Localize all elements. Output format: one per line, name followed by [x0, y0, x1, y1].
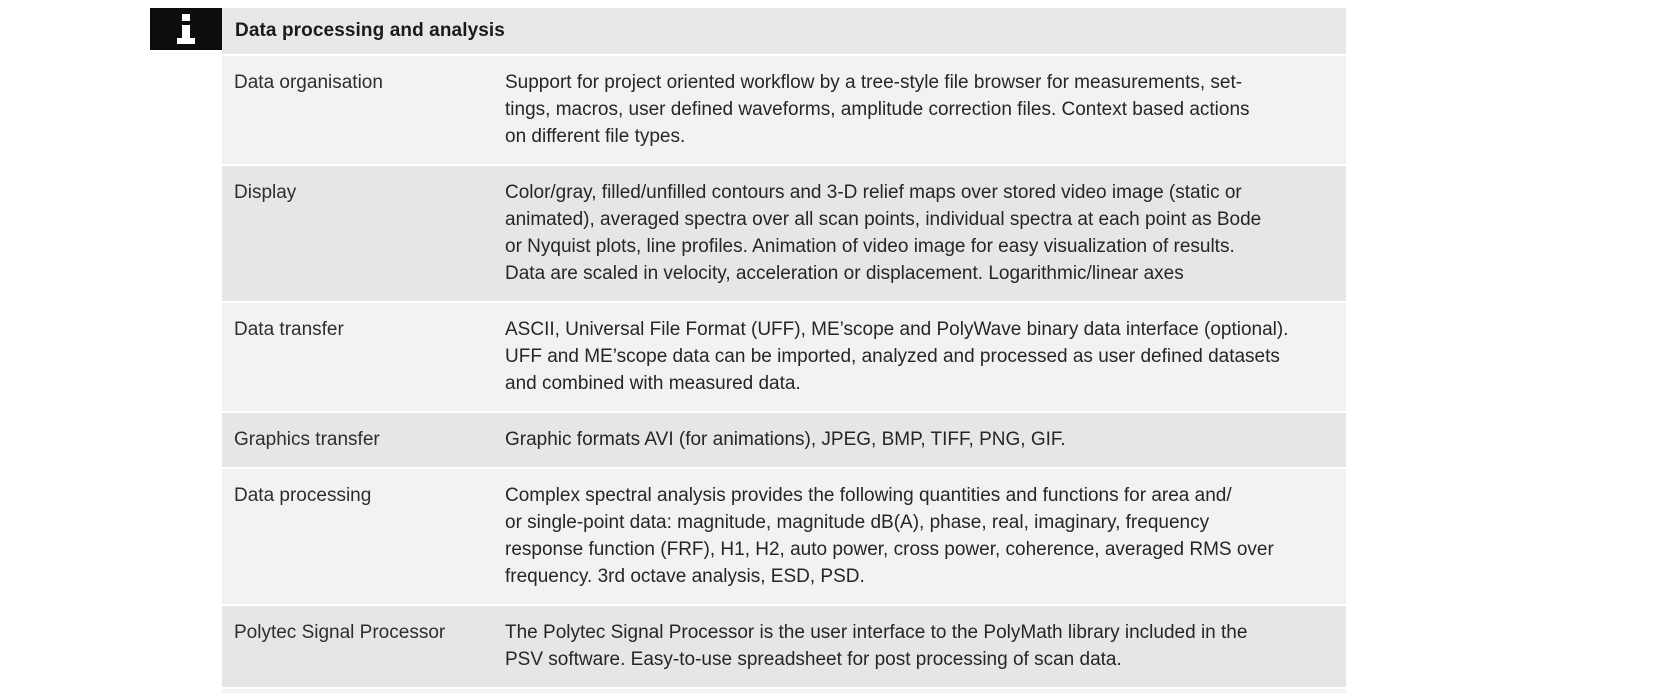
info-icon: [150, 8, 222, 50]
row-value: The Polytec Signal Processor is the user…: [505, 622, 1248, 670]
table-row: Automated processing Software can be ful…: [222, 687, 1346, 693]
table-row: Graphics transfer Graphic formats AVI (f…: [222, 411, 1346, 467]
row-label: Display: [234, 182, 297, 203]
row-label: Data processing: [234, 485, 372, 506]
table-row: Display Color/gray, filled/unfilled cont…: [222, 164, 1346, 301]
row-label: Data organisation: [234, 72, 383, 93]
table-row: Polytec Signal Processor The Polytec Sig…: [222, 604, 1346, 687]
table-row: Data transfer ASCII, Universal File Form…: [222, 301, 1346, 411]
row-value: Graphic formats AVI (for animations), JP…: [505, 429, 1066, 450]
spec-table: Data processing and analysis Data organi…: [150, 8, 1346, 693]
datasheet-page: Data processing and analysis Data organi…: [0, 0, 1654, 693]
row-label: Polytec Signal Processor: [234, 622, 446, 643]
row-label: Graphics transfer: [234, 429, 380, 450]
row-value: Complex spectral analysis provides the f…: [505, 485, 1274, 587]
table-header: Data processing and analysis: [150, 8, 1346, 54]
page-title: Data processing and analysis: [235, 20, 505, 41]
row-value: Color/gray, filled/unfilled contours and…: [505, 182, 1262, 284]
table-row: Data organisation Support for project or…: [222, 54, 1346, 164]
row-label: Data transfer: [234, 319, 344, 340]
row-value: ASCII, Universal File Format (UFF), ME’s…: [505, 319, 1289, 394]
table-row: Data processing Complex spectral analysi…: [222, 467, 1346, 604]
row-value: Support for project oriented workflow by…: [505, 72, 1250, 147]
